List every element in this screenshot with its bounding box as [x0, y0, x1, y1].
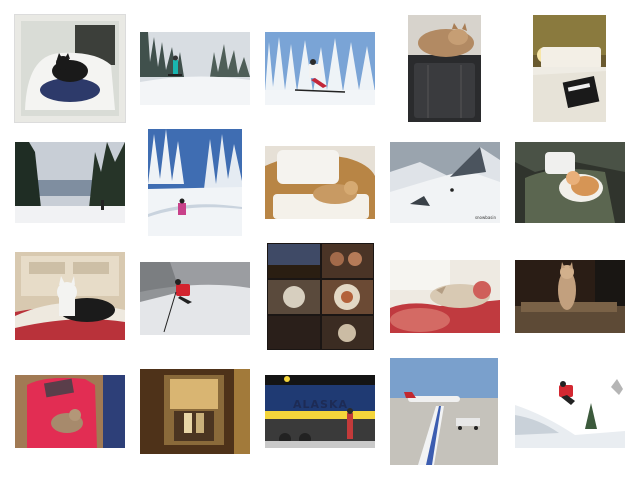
- photo-cat-on-suitcase[interactable]: [408, 15, 481, 122]
- photo-cat-in-bag[interactable]: [515, 142, 625, 223]
- photo-watermark: snowbasin: [474, 215, 496, 220]
- photo-snowboarder-teal[interactable]: [140, 32, 250, 105]
- photo-mountain-skier[interactable]: snowbasin: [390, 142, 500, 223]
- photo-cat-armchair[interactable]: [265, 146, 375, 219]
- photo-cat-floral-sofa[interactable]: [390, 260, 500, 333]
- photo-grid: snowbasin ALASKA: [0, 0, 640, 480]
- photo-bar-doorway[interactable]: [140, 369, 250, 454]
- photo-skier-snow-trees[interactable]: [265, 32, 375, 105]
- photo-skier-pink-slope[interactable]: [148, 129, 242, 236]
- photo-cat-dresser-bed[interactable]: [15, 252, 125, 340]
- train-lettering: ALASKA: [293, 398, 348, 411]
- photo-cat-white-chair[interactable]: [15, 15, 125, 122]
- photo-skier-red-jacket[interactable]: [140, 262, 250, 335]
- photo-cat-red-chair[interactable]: [15, 375, 125, 448]
- photo-forest-lake[interactable]: [15, 142, 125, 223]
- photo-food-collage[interactable]: [267, 243, 374, 350]
- photo-airplane-runway[interactable]: [390, 358, 498, 465]
- photo-cat-on-stool[interactable]: [515, 260, 625, 333]
- photo-snowboarder-jump[interactable]: [515, 375, 625, 448]
- photo-hotel-bed[interactable]: [533, 15, 606, 122]
- photo-alaska-train[interactable]: ALASKA: [265, 375, 375, 448]
